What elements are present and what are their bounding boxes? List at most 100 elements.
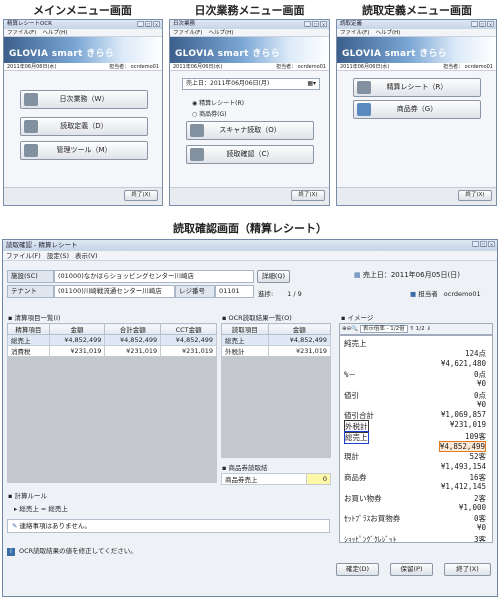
section-label: イメージ: [347, 314, 374, 322]
zoom-select[interactable]: 表示倍率 - 1/2倍: [359, 325, 408, 333]
receipt-definition-button[interactable]: 精算レシート（R）: [353, 78, 481, 97]
read-definition-button[interactable]: 読取定義（D）: [20, 117, 148, 136]
admin-tools-button[interactable]: 管理ツール（M）: [20, 141, 148, 160]
maximize-icon[interactable]: □: [479, 21, 486, 27]
sales-date-text: 売上日：2011年06月05日(日): [362, 271, 460, 279]
page-indicator: 1/2: [415, 326, 425, 332]
sales-date-field[interactable]: 売上日：2011年06月06日(月) ▦▾: [182, 78, 320, 90]
read-confirm-button[interactable]: 読取確認（C）: [186, 145, 314, 164]
exit-button[interactable]: 終了(X): [444, 563, 491, 576]
window-title-bar: 読取定義 _ □ ×: [337, 20, 496, 29]
cell[interactable]: ¥231,019: [267, 345, 332, 357]
menu-view[interactable]: 表示(V): [75, 252, 98, 260]
minimize-icon[interactable]: _: [137, 21, 144, 27]
search-icon[interactable]: 🔍: [351, 326, 358, 332]
button-label: 精算レシート（R）: [386, 83, 448, 91]
date-text: 2011年06月06日(水): [340, 64, 390, 70]
receipt-value: ¥1,000: [458, 502, 486, 512]
receipt-value: ¥1,069,857: [440, 410, 486, 420]
window-icon: [24, 93, 38, 106]
section-label: OCR読取結果一覧(O): [228, 314, 292, 322]
col-header: 金額: [267, 323, 332, 335]
close-icon[interactable]: ×: [487, 21, 494, 27]
minimize-icon[interactable]: _: [472, 241, 479, 247]
status-message: i OCR読取結果の値を修正してください。: [7, 545, 137, 556]
register-label: レジ番号: [175, 285, 215, 298]
section-label: 計算ルール: [14, 492, 47, 500]
operator: ■ 担当者 ocrdemo01: [410, 288, 481, 298]
window-title-bar: 読取確認 - 精算レシート _ □ ×: [3, 240, 497, 251]
radio-receipt[interactable]: ◉ 精算レシート(R): [192, 98, 244, 107]
radio-gift-certificate[interactable]: ○ 商品券(G): [192, 109, 227, 118]
menu-help[interactable]: ヘルプ(H): [208, 30, 233, 36]
cell: 外税計: [221, 345, 269, 357]
scanner-read-button[interactable]: スキャナ読取（O）: [186, 121, 314, 140]
ocr-list-title: ▪ OCR読取結果一覧(O): [222, 314, 292, 322]
cell[interactable]: ¥4,852,499: [267, 334, 332, 346]
maximize-icon[interactable]: □: [480, 241, 487, 247]
radio-label: 商品券(G): [199, 111, 227, 118]
operator-name: ocrdemo01: [464, 64, 493, 70]
calendar-icon[interactable]: ▦▾: [307, 79, 316, 89]
menu-file[interactable]: ファイル(F): [6, 252, 41, 260]
close-icon[interactable]: ×: [153, 21, 160, 27]
menu-settings[interactable]: 設定(S): [47, 252, 69, 260]
table-header: 読取項目 金額: [221, 323, 332, 335]
receipt-value: ¥0: [476, 379, 486, 389]
menu-help[interactable]: ヘルプ(H): [375, 30, 400, 36]
cell: ¥231,019: [48, 345, 106, 357]
table-row[interactable]: 総売上 ¥4,852,499: [221, 334, 332, 346]
close-icon[interactable]: ×: [488, 241, 495, 247]
receipt-value: ¥4,621,480: [440, 358, 486, 368]
hold-button[interactable]: 保留(P): [390, 563, 433, 576]
button-label: スキャナ読取（O）: [219, 126, 281, 134]
caption-confirm-screen: 読取確認画面（精算レシート）: [173, 222, 327, 235]
daily-work-button[interactable]: 日次業務（W）: [20, 90, 148, 109]
end-button[interactable]: 終了(X): [124, 190, 158, 201]
prev-page-icon[interactable]: ⇑: [409, 326, 414, 332]
radio-label: 精算レシート(R): [199, 100, 245, 107]
maximize-icon[interactable]: □: [312, 21, 319, 27]
table-row[interactable]: 外税計 ¥231,019: [221, 345, 332, 357]
command-bar: 終了(X): [170, 187, 329, 205]
cell: 総売上: [221, 334, 269, 346]
table-row[interactable]: 消費税 ¥231,019 ¥231,019 ¥231,019: [7, 345, 217, 357]
info-bar: 2011年06月06日(水) 担当者： ocrdemo01: [337, 63, 496, 71]
receipt-value: ¥1,412,145: [440, 482, 486, 492]
confirm-button[interactable]: 確定(D): [336, 563, 379, 576]
gift-icon: [357, 103, 371, 116]
rule-text: 総売上 = 総売上: [19, 505, 68, 513]
cell: ¥4,852,499: [104, 334, 162, 346]
main-menu-window: 精算レシートOCR _ □ × ファイル(F) ヘルプ(H) GLOVIA smart …: [3, 19, 163, 206]
menu-help[interactable]: ヘルプ(H): [42, 30, 67, 36]
cell: ¥4,852,499: [48, 334, 106, 346]
menu-bar: ファイル(F) ヘルプ(H): [4, 29, 162, 37]
receipt-value: ¥0: [476, 399, 486, 409]
end-button[interactable]: 終了(X): [458, 190, 492, 201]
table-row[interactable]: 商品券売上 0: [220, 473, 331, 485]
info-bar: 2011年06月06日(水) 担当者： ocrdemo01: [170, 63, 329, 71]
maximize-icon[interactable]: □: [145, 21, 152, 27]
card-icon: [24, 120, 38, 133]
cell: 総売上: [7, 334, 50, 346]
banner: GLOVIA smart きらら: [337, 37, 496, 63]
detail-button[interactable]: 詳細(Q): [257, 270, 290, 283]
menu-bar: ファイル(F) 設定(S) 表示(V): [3, 251, 497, 261]
minimize-icon[interactable]: _: [304, 21, 311, 27]
minimize-icon[interactable]: _: [471, 21, 478, 27]
menu-file[interactable]: ファイル(F): [173, 30, 202, 36]
table-row[interactable]: 総売上 ¥4,852,499 ¥4,852,499 ¥4,852,499: [7, 334, 217, 346]
operator-label: 担当者：: [109, 64, 130, 70]
next-page-icon[interactable]: ⇓: [426, 326, 431, 332]
operator-name: ocrdemo01: [297, 64, 326, 70]
pencil-icon: ✎: [12, 522, 20, 530]
note-box: ✎ 連絡事項はありません。: [7, 519, 330, 533]
receipt-label: お買い物券: [344, 493, 382, 503]
gift-definition-button[interactable]: 商品券（G）: [353, 100, 481, 119]
end-button[interactable]: 終了(X): [291, 190, 325, 201]
menu-file[interactable]: ファイル(F): [7, 30, 36, 36]
cell[interactable]: 0: [306, 473, 331, 485]
window-title: 精算レシートOCR: [7, 21, 52, 27]
close-icon[interactable]: ×: [320, 21, 327, 27]
menu-file[interactable]: ファイル(F): [340, 30, 369, 36]
